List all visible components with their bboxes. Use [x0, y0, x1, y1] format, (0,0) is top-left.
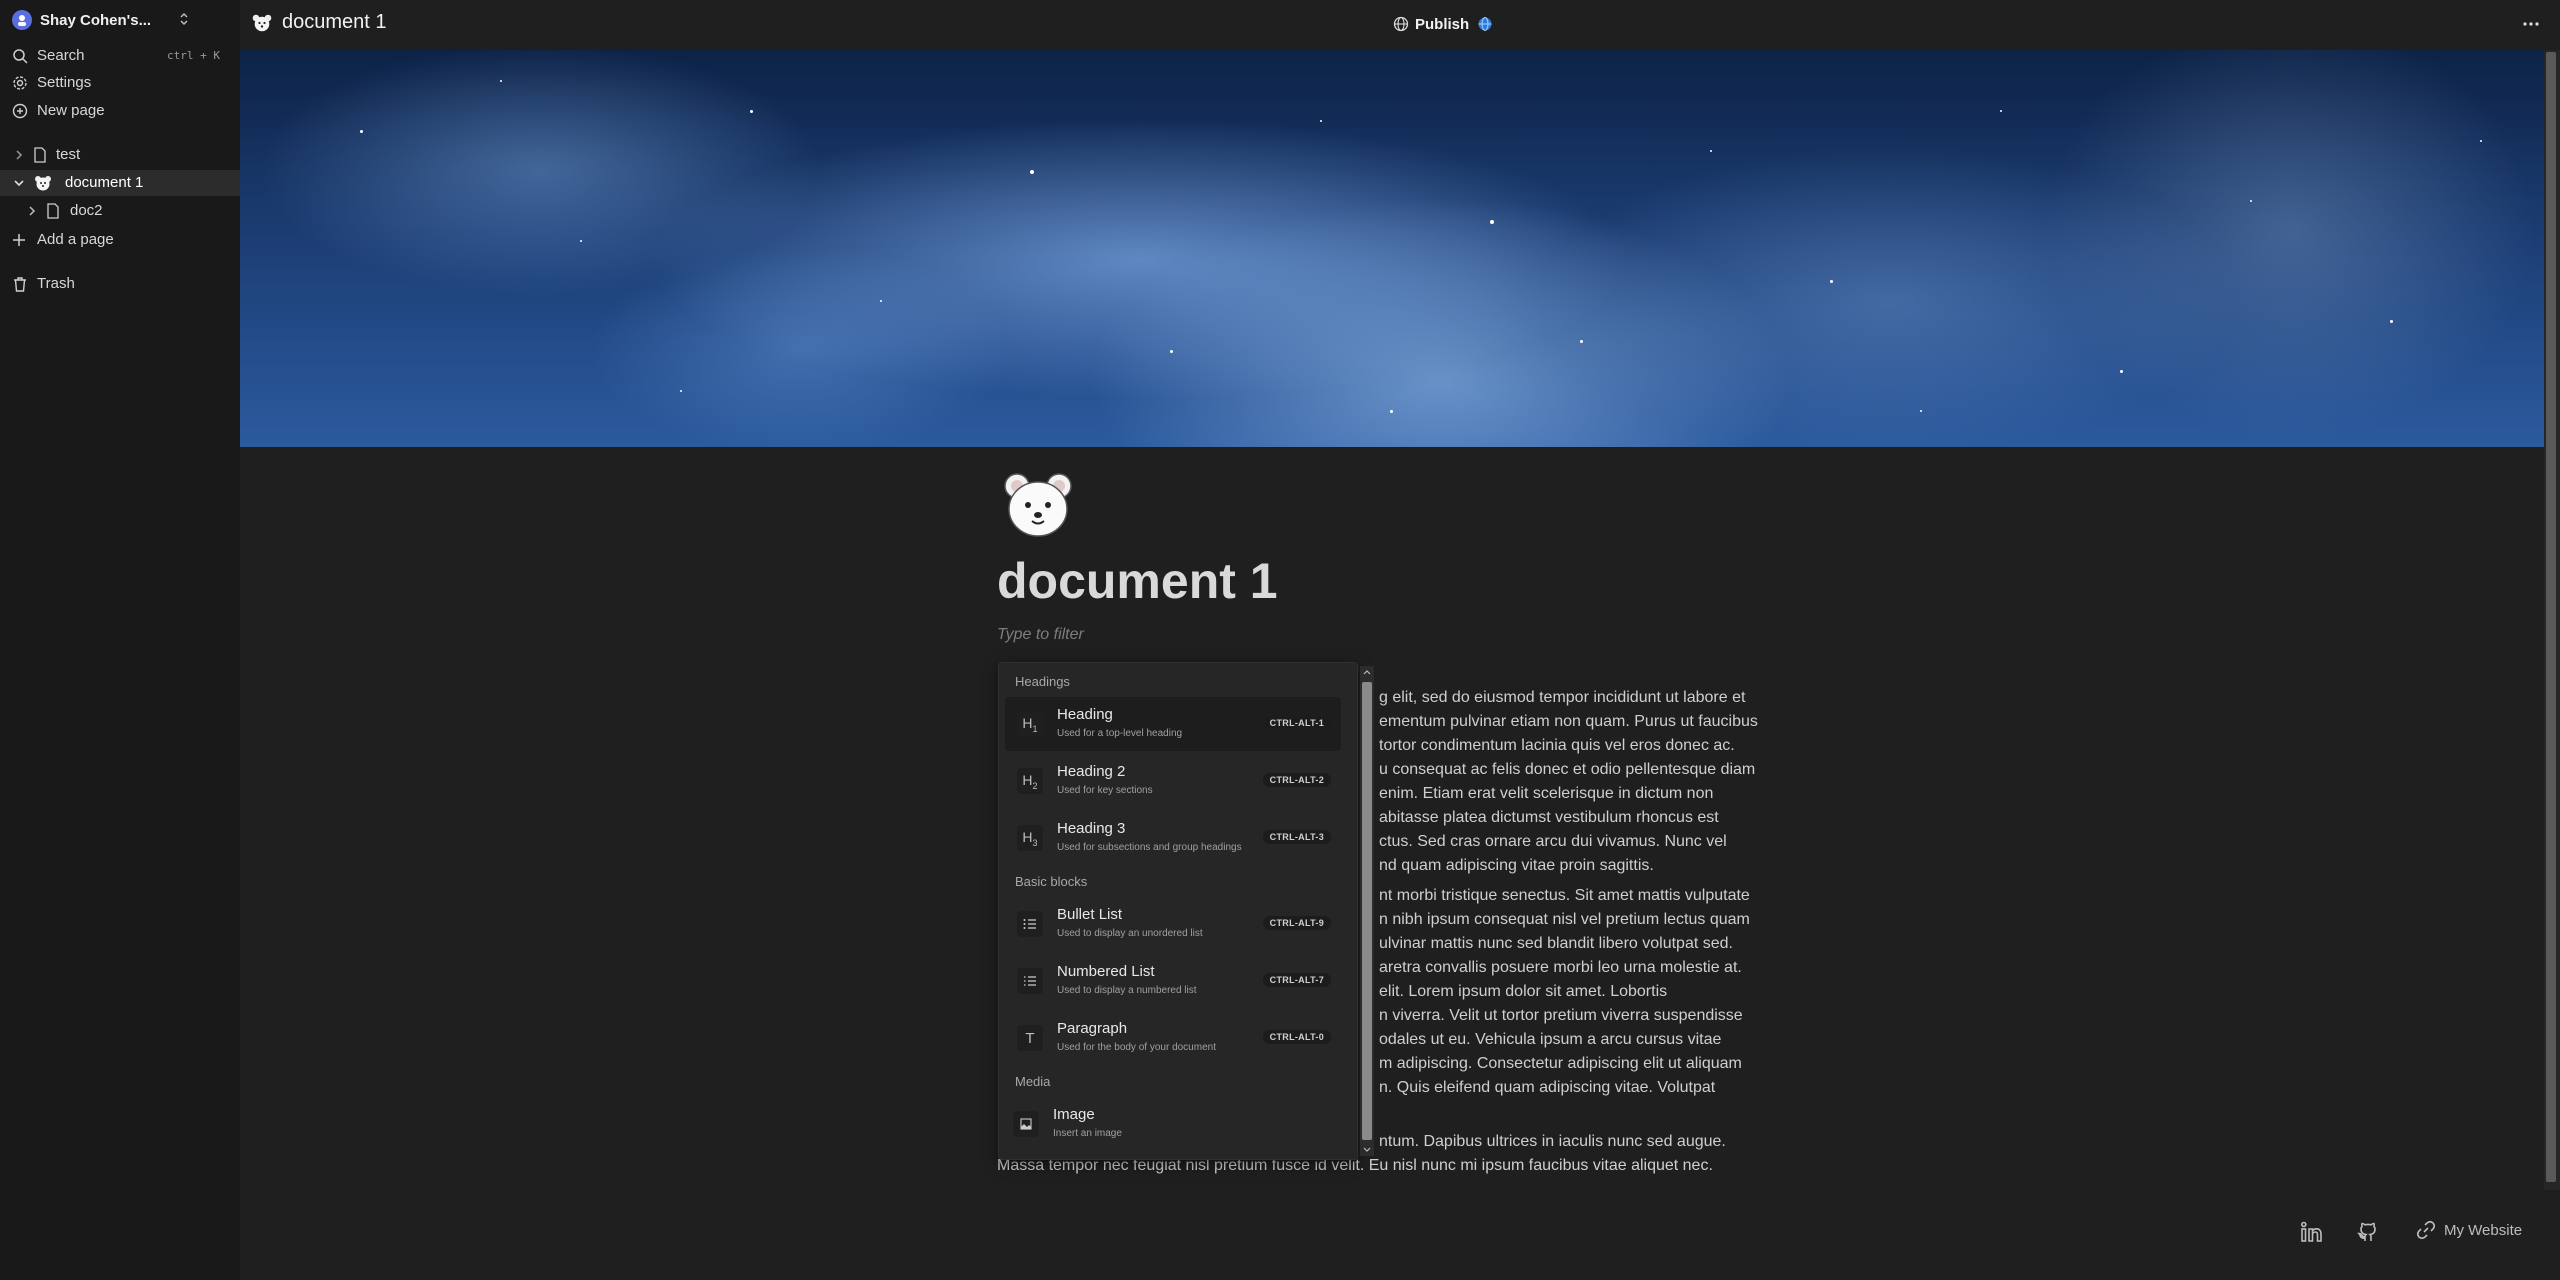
- menu-item-subtitle: Insert an image: [1053, 1128, 1122, 1139]
- heading-3-icon: H3: [1017, 825, 1043, 851]
- publish-label: Publish: [1415, 15, 1470, 33]
- plus-icon: [12, 233, 28, 249]
- menu-item-shortcut: CTRL-ALT-3: [1262, 830, 1331, 844]
- chevron-down-icon[interactable]: [13, 178, 25, 188]
- publish-button[interactable]: Publish: [1393, 12, 1493, 36]
- menu-item-paragraph[interactable]: T Paragraph Used for the body of your do…: [1005, 1011, 1341, 1065]
- paragraph-icon: T: [1017, 1025, 1043, 1051]
- sidebar-item-label: test: [56, 146, 81, 163]
- menu-item-heading-3[interactable]: H3 Heading 3 Used for subsections and gr…: [1005, 811, 1341, 865]
- heading-1-icon: H1: [1017, 711, 1043, 737]
- globe-icon: [1393, 16, 1409, 32]
- sidebar-settings[interactable]: Settings: [0, 70, 240, 96]
- sidebar-item-test[interactable]: test: [0, 142, 240, 168]
- more-options-icon[interactable]: [2522, 14, 2540, 34]
- search-shortcut: ctrl + K: [167, 49, 220, 62]
- menu-item-subtitle: Used to display a numbered list: [1057, 985, 1197, 996]
- workspace-switcher[interactable]: Shay Cohen's...: [12, 8, 232, 32]
- filter-placeholder[interactable]: Type to filter: [997, 626, 1084, 644]
- sidebar-item-label: document 1: [65, 174, 144, 191]
- menu-item-shortcut: CTRL-ALT-0: [1262, 1030, 1331, 1044]
- new-page-label: New page: [37, 102, 105, 119]
- menu-item-subtitle: Used to display an unordered list: [1057, 928, 1203, 939]
- sidebar-trash[interactable]: Trash: [0, 271, 240, 297]
- numbered-list-icon: [1017, 968, 1043, 994]
- menu-item-subtitle: Used for key sections: [1057, 785, 1153, 796]
- bear-icon: [252, 14, 272, 32]
- menu-item-subtitle: Used for a top-level heading: [1057, 728, 1183, 739]
- link-icon: [2416, 1220, 2436, 1240]
- heading-2-icon: H2: [1017, 768, 1043, 794]
- menu-item-shortcut: CTRL-ALT-9: [1262, 916, 1331, 930]
- trash-label: Trash: [37, 275, 75, 292]
- chevron-right-icon[interactable]: [27, 205, 37, 217]
- published-globe-icon: [1477, 16, 1493, 32]
- topbar: document 1 Publish: [240, 0, 2560, 48]
- sidebar-item-label: doc2: [70, 202, 103, 219]
- github-icon[interactable]: [2356, 1220, 2380, 1244]
- menu-item-subtitle: Used for subsections and group headings: [1057, 842, 1242, 853]
- chevron-up-down-icon[interactable]: [178, 10, 190, 28]
- menu-item-bullet-list[interactable]: Bullet List Used to display an unordered…: [1005, 897, 1341, 951]
- sidebar-search[interactable]: Search ctrl + K: [0, 43, 240, 69]
- menu-item-heading-2[interactable]: H2 Heading 2 Used for key sections CTRL-…: [1005, 754, 1341, 808]
- menu-item-title: Image: [1053, 1106, 1095, 1123]
- menu-section-headings: Headings: [1015, 674, 1070, 689]
- menu-item-image[interactable]: Image Insert an image: [1005, 1097, 1341, 1151]
- menu-scrollbar-thumb[interactable]: [1362, 682, 1372, 1140]
- sidebar: Shay Cohen's... Search ctrl + K Settings…: [0, 0, 240, 1280]
- menu-item-title: Numbered List: [1057, 963, 1155, 980]
- my-website-link[interactable]: My Website: [2416, 1220, 2522, 1240]
- menu-item-subtitle: Used for the body of your document: [1057, 1042, 1216, 1053]
- menu-section-media: Media: [1015, 1074, 1051, 1089]
- page-icon: [46, 203, 60, 219]
- menu-item-title: Bullet List: [1057, 906, 1123, 923]
- menu-item-title: Heading 3: [1057, 820, 1126, 837]
- chevron-right-icon[interactable]: [14, 149, 24, 161]
- search-label: Search: [37, 47, 85, 64]
- document-title[interactable]: document 1: [997, 552, 1278, 610]
- workspace-avatar: [12, 10, 32, 30]
- breadcrumb-title[interactable]: document 1: [282, 11, 387, 34]
- sidebar-item-document-1[interactable]: document 1: [0, 170, 240, 196]
- linkedin-icon[interactable]: [2300, 1220, 2324, 1244]
- trash-icon: [12, 276, 28, 292]
- block-type-menu: Headings H1 Heading Used for a top-level…: [998, 662, 1358, 1160]
- gear-icon: [12, 75, 28, 91]
- workspace-name: Shay Cohen's...: [40, 11, 152, 29]
- settings-label: Settings: [37, 74, 92, 91]
- menu-item-numbered-list[interactable]: Numbered List Used to display a numbered…: [1005, 954, 1341, 1008]
- sidebar-item-doc2[interactable]: doc2: [0, 198, 240, 224]
- image-icon: [1013, 1111, 1039, 1137]
- menu-item-title: Heading: [1057, 706, 1113, 723]
- menu-item-shortcut: CTRL-ALT-7: [1262, 973, 1331, 987]
- page-icon: [33, 147, 47, 163]
- cover-image[interactable]: [240, 50, 2544, 447]
- search-icon: [12, 48, 28, 64]
- bullet-list-icon: [1017, 911, 1043, 937]
- page-scrollbar-thumb[interactable]: [2546, 52, 2556, 1182]
- add-page-label: Add a page: [37, 231, 114, 248]
- document-emoji-bear-icon[interactable]: [1003, 472, 1073, 538]
- menu-item-title: Paragraph: [1057, 1020, 1128, 1037]
- sidebar-new-page[interactable]: New page: [0, 98, 240, 124]
- menu-item-heading[interactable]: H1 Heading Used for a top-level heading …: [1005, 697, 1341, 751]
- menu-item-shortcut: CTRL-ALT-1: [1262, 716, 1331, 730]
- bear-icon: [34, 175, 52, 191]
- plus-circle-icon: [12, 103, 28, 119]
- menu-section-basic-blocks: Basic blocks: [1015, 874, 1088, 889]
- menu-item-title: Heading 2: [1057, 763, 1126, 780]
- menu-item-shortcut: CTRL-ALT-2: [1262, 773, 1331, 787]
- website-label: My Website: [2444, 1221, 2523, 1239]
- sidebar-add-page[interactable]: Add a page: [0, 227, 240, 253]
